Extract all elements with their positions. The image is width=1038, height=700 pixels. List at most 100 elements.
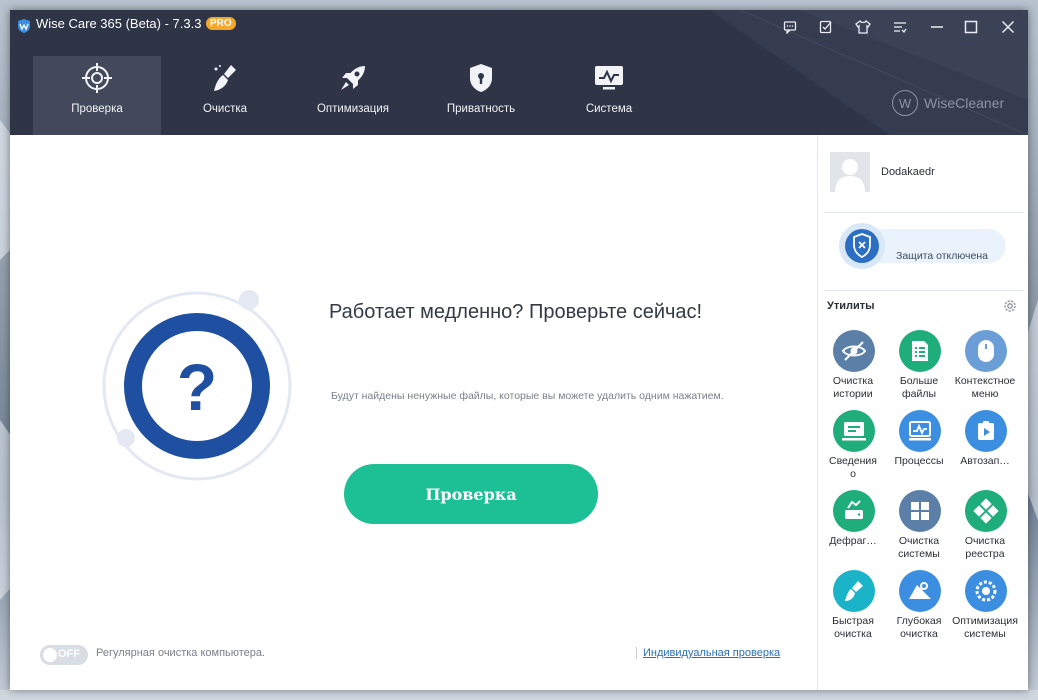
menu-button[interactable]: [890, 17, 910, 37]
tool-icon-bg: [833, 330, 875, 372]
tool-label: Глубокая очистка: [896, 615, 942, 640]
tab-system[interactable]: Система: [545, 56, 673, 135]
computer-info-icon: [842, 422, 866, 441]
tab-privacy[interactable]: Приватность: [417, 56, 545, 135]
tool-registry-clean[interactable]: Очистка реестра: [952, 490, 1018, 566]
tool-deep-clean[interactable]: Глубокая очистка: [886, 570, 952, 646]
tab-clean[interactable]: Очистка: [161, 56, 289, 135]
tool-label: Очистка истории: [832, 375, 874, 400]
tab-label: Приватность: [446, 103, 516, 115]
maximize-icon: [964, 20, 978, 34]
tab-label: Система: [585, 103, 633, 115]
tab-optimize[interactable]: Оптимизация: [289, 56, 417, 135]
close-icon: [1001, 20, 1015, 34]
tool-label: Автозап…: [960, 455, 1010, 467]
user-silhouette-icon: [830, 152, 870, 192]
skin-icon: [855, 20, 871, 34]
windows-icon: [911, 502, 929, 520]
tool-startup[interactable]: Автозап…: [952, 410, 1018, 486]
toggle-knob: [43, 648, 57, 662]
tab-label: Оптимизация: [316, 103, 390, 115]
tool-label: Оптимизация системы: [952, 615, 1018, 640]
minimize-button[interactable]: [927, 17, 947, 37]
page-subtext: Будут найдены ненужные файлы, которые вы…: [331, 390, 724, 402]
tool-processes[interactable]: Процессы: [886, 410, 952, 486]
window-title: Wise Care 365 (Beta) - 7.3.3: [36, 16, 202, 31]
maximize-button[interactable]: [961, 17, 981, 37]
page-headline: Работает медленно? Проверьте сейчас!: [329, 301, 703, 323]
username[interactable]: Dodakaedr: [881, 166, 935, 178]
skin-button[interactable]: [853, 17, 873, 37]
tool-icon-bg: [965, 490, 1007, 532]
tool-label: Контекстное меню: [954, 375, 1016, 400]
sidebar-divider: [824, 290, 1024, 291]
feedback-icon: [783, 21, 797, 34]
disk-defrag-icon: [845, 500, 863, 519]
tab-check[interactable]: Проверка: [33, 56, 161, 135]
link-divider: [636, 647, 637, 659]
tool-defrag[interactable]: Дефраг…: [820, 490, 886, 566]
notes-button[interactable]: [816, 17, 836, 37]
gear-icon[interactable]: [1002, 298, 1018, 314]
shield-disabled-icon: [839, 223, 885, 269]
schedule-toggle[interactable]: OFF: [40, 645, 88, 665]
app-logo-icon: [18, 19, 30, 33]
tool-label: Сведения о: [829, 455, 877, 480]
menu-icon: [894, 22, 907, 34]
feedback-button[interactable]: [780, 17, 800, 37]
deep-clean-icon: [909, 582, 931, 599]
tool-icon-bg: [833, 490, 875, 532]
tool-system-optimize[interactable]: Оптимизация системы: [952, 570, 1018, 646]
sidebar-divider: [824, 212, 1024, 213]
tool-icon-bg: [965, 330, 1007, 372]
right-sidebar: Dodakaedr Защита отключена Утилиты Очист…: [817, 135, 1028, 690]
schedule-label: Регулярная очистка компьютера.: [96, 647, 266, 659]
pro-badge: PRO: [206, 17, 236, 30]
protection-status-label: Защита отключена: [896, 250, 988, 262]
toggle-state: OFF: [58, 648, 80, 660]
tool-icon-bg: [833, 410, 875, 452]
file-list-icon: [912, 341, 928, 361]
crosshair-icon: [82, 63, 112, 93]
custom-scan-link[interactable]: Индивидуальная проверка: [643, 647, 780, 659]
tool-icon-bg: [899, 490, 941, 532]
tab-label: Очистка: [202, 103, 248, 115]
monitor-icon: [595, 66, 623, 90]
startup-icon: [978, 421, 994, 440]
tool-quick-clean[interactable]: Быстрая очистка: [820, 570, 886, 646]
utilities-title: Утилиты: [827, 300, 875, 312]
tool-icon-bg: [833, 570, 875, 612]
scan-status-ring: ?: [102, 290, 292, 481]
quick-clean-icon: [845, 581, 863, 601]
tool-context-menu[interactable]: Контекстное меню: [952, 330, 1018, 406]
tool-label: Процессы: [894, 455, 944, 467]
tool-label: Больше файлы: [899, 375, 939, 400]
tool-icon-bg: [965, 570, 1007, 612]
scan-button[interactable]: Проверка: [344, 464, 598, 524]
app-window: Wise Care 365 (Beta) - 7.3.3 PRO Проверк…: [10, 10, 1028, 690]
question-mark-icon: ?: [177, 350, 217, 424]
close-button[interactable]: [998, 17, 1018, 37]
registry-icon: [973, 498, 999, 524]
tool-history-clean[interactable]: Очистка истории: [820, 330, 886, 406]
notes-icon: [819, 20, 832, 34]
tool-label: Очистка системы: [898, 535, 940, 560]
tool-label: Дефраг…: [829, 535, 877, 547]
tool-label: Очистка реестра: [964, 535, 1006, 560]
broom-icon: [214, 65, 236, 91]
wisecleaner-brand[interactable]: W WiseCleaner: [892, 90, 1004, 116]
process-monitor-icon: [909, 421, 931, 441]
tool-large-files[interactable]: Больше файлы: [886, 330, 952, 406]
eye-off-icon: [841, 341, 867, 361]
tool-system-info[interactable]: Сведения о: [820, 410, 886, 486]
tab-label: Проверка: [71, 103, 123, 115]
tool-icon-bg: [899, 410, 941, 452]
app-header: Wise Care 365 (Beta) - 7.3.3 PRO Проверк…: [10, 10, 1028, 135]
tool-label: Быстрая очистка: [832, 615, 874, 640]
avatar[interactable]: [830, 152, 870, 192]
tool-icon-bg: [965, 410, 1007, 452]
tool-system-clean[interactable]: Очистка системы: [886, 490, 952, 566]
optimize-gear-icon: [975, 580, 997, 602]
rocket-icon: [341, 66, 365, 90]
title-bar[interactable]: Wise Care 365 (Beta) - 7.3.3 PRO: [10, 10, 1028, 44]
